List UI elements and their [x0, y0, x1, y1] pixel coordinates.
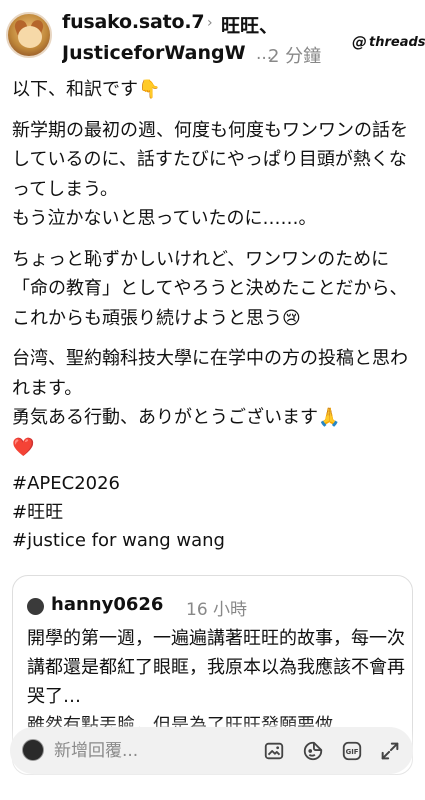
- topic-tag-line2[interactable]: JusticeforWangW: [62, 42, 260, 64]
- post-paragraph: ちょっと恥ずかしいけれど、ワンワンのために「命の教育」としてやろうと決めたことだ…: [12, 248, 408, 329]
- chevron-right-icon: ›: [207, 15, 213, 31]
- quoted-author-avatar: [27, 598, 44, 615]
- composer-avatar: [22, 739, 44, 761]
- topic-tag-line1[interactable]: 旺旺、: [221, 11, 278, 38]
- reply-composer: GIF: [10, 727, 413, 774]
- author-username[interactable]: fusako.sato.7: [62, 11, 205, 33]
- reply-input[interactable]: [54, 739, 244, 763]
- post-text: 新学期の最初の週、何度も何度もワンワンの話をしているのに、話すたびにやっぱり目頭…: [12, 119, 408, 230]
- image-icon[interactable]: [262, 739, 286, 763]
- hashtag-link[interactable]: #APEC2026: [12, 470, 417, 499]
- post-text: 台湾、聖約翰科技大學に在学中の方の投稿と思われます。 勇気ある行動、ありがとうござ…: [12, 348, 408, 458]
- post-paragraph: 台湾、聖約翰科技大學に在学中の方の投稿と思われます。 勇気ある行動、ありがとうござ…: [12, 344, 417, 462]
- post-header: fusako.sato.7 › 旺旺、 JusticeforWangW ... …: [0, 0, 425, 76]
- threads-wordmark: threads: [369, 34, 425, 50]
- threads-logo-icon: @: [352, 33, 367, 51]
- author-avatar[interactable]: [6, 12, 52, 58]
- quoted-post-text: 開學的第一週，一遍遍講著旺旺的故事，每一次講都還是都紅了眼眶，我原本以為我應該不…: [27, 628, 405, 736]
- quoted-author-username[interactable]: hanny0626: [51, 594, 163, 615]
- hashtag-link[interactable]: #justice for wang wang: [12, 527, 417, 556]
- expand-icon[interactable]: [378, 739, 402, 763]
- post-paragraph: 新学期の最初の週、何度も何度もワンワンの話をしているのに、話すたびにやっぱり目頭…: [12, 116, 417, 234]
- sticker-icon[interactable]: [301, 739, 325, 763]
- avatar-face: [18, 26, 42, 48]
- gif-icon-label: GIF: [346, 748, 359, 756]
- post-timestamp: 2 分鐘: [268, 46, 322, 67]
- gif-icon[interactable]: GIF: [340, 739, 364, 763]
- post-paragraph: 以下、和訳です👇: [12, 79, 161, 100]
- post-body: 以下、和訳です👇 新学期の最初の週、何度も何度もワンワンの話をしているのに、話す…: [12, 75, 417, 556]
- threads-logo: @ threads: [352, 33, 425, 51]
- hashtag-link[interactable]: #旺旺: [12, 499, 417, 528]
- quoted-post-timestamp: 16 小時: [186, 600, 248, 620]
